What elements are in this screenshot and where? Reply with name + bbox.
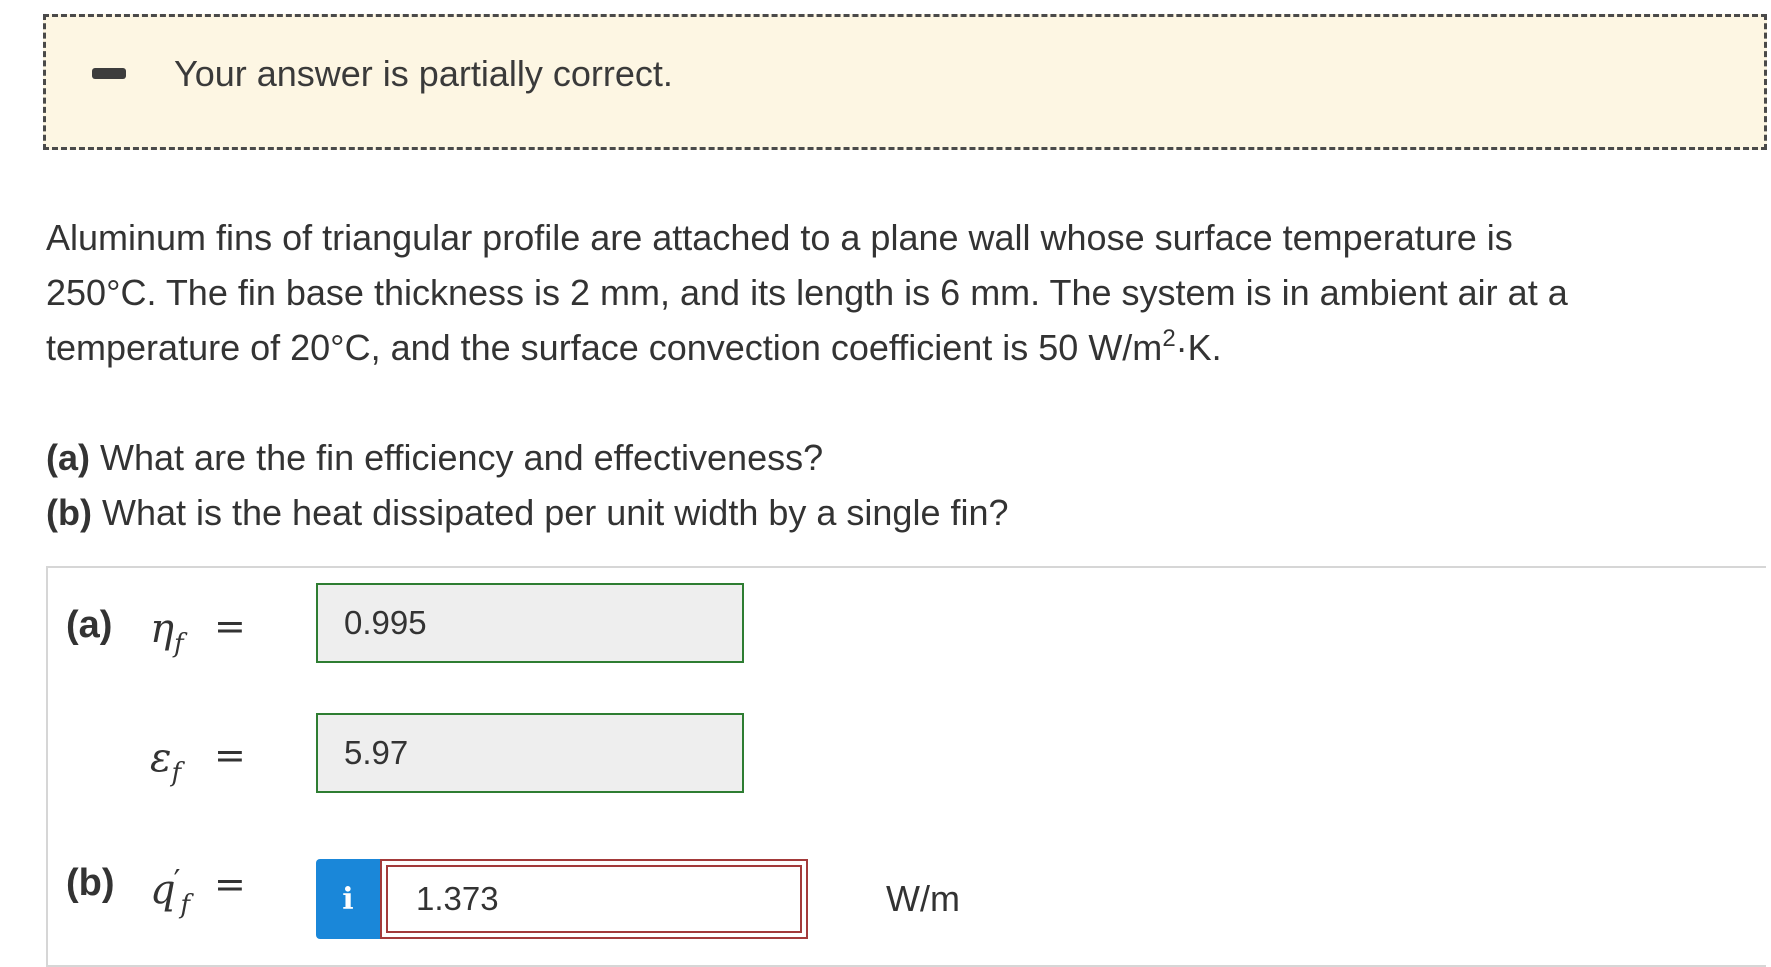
equals-sign: = [214,604,246,648]
part-b-label: (b) [66,862,115,904]
heat-rate-field[interactable]: 1.373 [380,859,808,939]
problem-line: Aluminum fins of triangular profile are … [46,217,1513,258]
heat-rate-symbol: q′f [150,864,191,920]
equals-sign: = [214,862,246,906]
question-b: (b) What is the heat dissipated per unit… [46,492,1009,533]
effectiveness-symbol: εf [150,735,182,788]
info-icon[interactable]: i [316,859,380,939]
unit-label: W/m [886,878,960,919]
feedback-message: Your answer is partially correct. [174,53,673,94]
minus-icon [92,68,126,79]
problem-line: temperature of 20°C, and the surface con… [46,325,1222,369]
effectiveness-field[interactable]: 5.97 [316,713,744,793]
efficiency-symbol: ηf [150,606,184,659]
question-a: (a) What are the fin efficiency and effe… [46,437,824,478]
question-list: (a) What are the fin efficiency and effe… [46,430,1746,540]
part-a-label: (a) [66,604,113,646]
feedback-banner: Your answer is partially correct. [43,14,1767,150]
efficiency-field[interactable]: 0.995 [316,583,744,663]
problem-statement: Aluminum fins of triangular profile are … [46,210,1746,375]
problem-line: 250°C. The fin base thickness is 2 mm, a… [46,272,1568,313]
equals-sign: = [214,733,246,777]
